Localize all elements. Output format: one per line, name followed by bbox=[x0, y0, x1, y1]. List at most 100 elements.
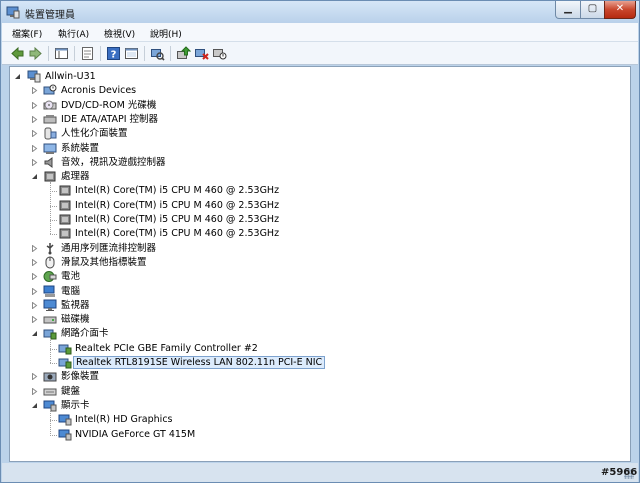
uninstall-icon[interactable] bbox=[194, 46, 209, 61]
usb-controller-icon bbox=[43, 242, 57, 255]
network-card-icon bbox=[58, 356, 72, 369]
keyboard-icon bbox=[43, 385, 57, 398]
battery-icon bbox=[43, 270, 57, 283]
sound-device-icon bbox=[43, 156, 57, 169]
tree-category-label: 電池 bbox=[61, 271, 81, 283]
processor-chip-icon bbox=[58, 199, 72, 212]
update-driver-icon[interactable] bbox=[176, 46, 191, 61]
tree-category-label: 系統裝置 bbox=[61, 142, 100, 154]
forward-arrow-icon[interactable] bbox=[28, 46, 43, 61]
tree-category-label: 磁碟機 bbox=[61, 314, 90, 326]
tree-category[interactable]: 影像裝置 bbox=[10, 370, 610, 384]
tree-category-label: 人性化介面裝置 bbox=[61, 128, 128, 140]
hid-device-icon bbox=[43, 127, 57, 140]
maximize-button[interactable]: ▢ bbox=[580, 1, 605, 19]
menu-bar: 檔案(F) 執行(A) 檢視(V) 說明(H) bbox=[2, 23, 638, 42]
tree-category[interactable]: 電池 bbox=[10, 270, 610, 284]
tree-category[interactable]: 磁碟機 bbox=[10, 313, 610, 327]
tree-device-label: Intel(R) Core(TM) i5 CPU M 460 @ 2.53GHz bbox=[75, 214, 280, 225]
tree-category-label: 電腦 bbox=[61, 285, 81, 297]
computer-icon bbox=[43, 285, 57, 298]
tree-device[interactable]: Intel(R) Core(TM) i5 CPU M 460 @ 2.53GHz bbox=[10, 227, 610, 241]
minimize-button[interactable]: ▁ bbox=[555, 1, 581, 19]
properties-icon[interactable] bbox=[80, 46, 95, 61]
device-tree[interactable]: Allwin-U31 Acronis Devices DVD/CD-ROM 光碟機 I… bbox=[9, 66, 631, 462]
menu-file[interactable]: 檔案(F) bbox=[12, 27, 42, 40]
tree-device-label: Intel(R) Core(TM) i5 CPU M 460 @ 2.53GHz bbox=[75, 228, 280, 240]
tree-category-label: 網路介面卡 bbox=[61, 328, 109, 340]
tree-category-label: Acronis Devices bbox=[61, 85, 137, 97]
tree-category[interactable]: 處理器 bbox=[10, 170, 610, 184]
display-adapter-icon bbox=[43, 399, 57, 412]
tree-connector-line bbox=[50, 339, 51, 363]
tree-device[interactable]: Realtek PCIe GBE Family Controller #2 bbox=[10, 342, 610, 356]
network-adapter-icon bbox=[43, 327, 57, 340]
disable-device-icon[interactable] bbox=[212, 46, 227, 61]
monitor-icon bbox=[43, 299, 57, 312]
tree-category[interactable]: 系統裝置 bbox=[10, 142, 610, 156]
tree-category-label: 通用序列匯流排控制器 bbox=[61, 242, 157, 254]
tree-category[interactable]: 人性化介面裝置 bbox=[10, 127, 610, 141]
toolbar: ? bbox=[2, 42, 638, 65]
tree-category[interactable]: IDE ATA/ATAPI 控制器 bbox=[10, 113, 610, 127]
tree-category-label: 音效，視訊及遊戲控制器 bbox=[61, 156, 166, 168]
back-arrow-icon[interactable] bbox=[10, 46, 25, 61]
tree-category[interactable]: 鍵盤 bbox=[10, 385, 610, 399]
toolbar-separator bbox=[144, 46, 145, 61]
tree-category-label: 顯示卡 bbox=[61, 399, 90, 411]
tree-device-label: Intel(R) Core(TM) i5 CPU M 460 @ 2.53GHz bbox=[75, 199, 280, 211]
svg-text:?: ? bbox=[111, 50, 117, 61]
toolbar-separator bbox=[74, 46, 75, 61]
menu-action[interactable]: 執行(A) bbox=[58, 27, 89, 40]
tree-device[interactable]: Intel(R) Core(TM) i5 CPU M 460 @ 2.53GHz bbox=[10, 213, 610, 227]
console-tree-icon[interactable] bbox=[54, 46, 69, 61]
mouse-icon bbox=[43, 256, 57, 269]
tree-connector-line bbox=[50, 182, 51, 235]
processor-chip-icon bbox=[58, 184, 72, 197]
tree-category[interactable]: DVD/CD-ROM 光碟機 bbox=[10, 99, 610, 113]
processor-chip-icon bbox=[58, 227, 72, 240]
tree-device[interactable]: Intel(R) Core(TM) i5 CPU M 460 @ 2.53GHz bbox=[10, 199, 610, 213]
tree-category-label: 影像裝置 bbox=[61, 371, 100, 383]
tree-device-label: Intel(R) Core(TM) i5 CPU M 460 @ 2.53GHz bbox=[75, 185, 280, 197]
console-icon[interactable] bbox=[124, 46, 139, 61]
tree-category[interactable]: 電腦 bbox=[10, 285, 610, 299]
tree-category-label: 滑鼠及其他指標裝置 bbox=[61, 256, 147, 268]
disk-drive-icon bbox=[43, 313, 57, 326]
tree-root[interactable]: Allwin-U31 bbox=[10, 70, 610, 84]
menu-view[interactable]: 檢視(V) bbox=[104, 27, 135, 40]
tree-device[interactable]: Intel(R) Core(TM) i5 CPU M 460 @ 2.53GHz bbox=[10, 184, 610, 198]
tree-device-label: Realtek PCIe GBE Family Controller #2 bbox=[75, 342, 258, 354]
toolbar-separator bbox=[170, 46, 171, 61]
tree-category-label: 監視器 bbox=[61, 299, 90, 311]
processor-icon bbox=[43, 170, 57, 183]
toolbar-separator bbox=[100, 46, 101, 61]
tree-category[interactable]: 通用序列匯流排控制器 bbox=[10, 242, 610, 256]
status-bar bbox=[2, 463, 638, 482]
root-computer-icon bbox=[27, 70, 41, 83]
title-bar[interactable]: 裝置管理員 ▁ ▢ ✕ bbox=[1, 1, 639, 23]
processor-chip-icon bbox=[58, 213, 72, 226]
tree-device[interactable]: Intel(R) HD Graphics bbox=[10, 413, 610, 427]
menu-help[interactable]: 說明(H) bbox=[150, 27, 182, 40]
display-card-icon bbox=[58, 413, 72, 426]
tree-category[interactable]: 網路介面卡 bbox=[10, 327, 610, 341]
tree-root-label: Allwin-U31 bbox=[45, 71, 96, 82]
selected-device-row[interactable]: Realtek RTL8191SE Wireless LAN 802.11n P… bbox=[10, 356, 610, 370]
network-card-icon bbox=[58, 342, 72, 355]
acronis-device-icon bbox=[43, 84, 57, 97]
tree-category-label: DVD/CD-ROM 光碟機 bbox=[61, 99, 157, 111]
help-icon[interactable]: ? bbox=[106, 46, 121, 61]
tree-category[interactable]: 音效，視訊及遊戲控制器 bbox=[10, 156, 610, 170]
window-title: 裝置管理員 bbox=[25, 10, 75, 21]
tree-category[interactable]: 顯示卡 bbox=[10, 399, 610, 413]
tree-category[interactable]: 滑鼠及其他指標裝置 bbox=[10, 256, 610, 270]
watermark-text: #5966 bbox=[601, 467, 638, 478]
tree-category-label: 鍵盤 bbox=[61, 385, 81, 397]
close-button[interactable]: ✕ bbox=[604, 1, 636, 19]
scan-hardware-icon[interactable] bbox=[150, 46, 165, 61]
tree-device[interactable]: NVIDIA GeForce GT 415M bbox=[10, 428, 610, 442]
tree-category[interactable]: 監視器 bbox=[10, 299, 610, 313]
tree-category[interactable]: Acronis Devices bbox=[10, 84, 610, 98]
display-card-icon bbox=[58, 428, 72, 441]
